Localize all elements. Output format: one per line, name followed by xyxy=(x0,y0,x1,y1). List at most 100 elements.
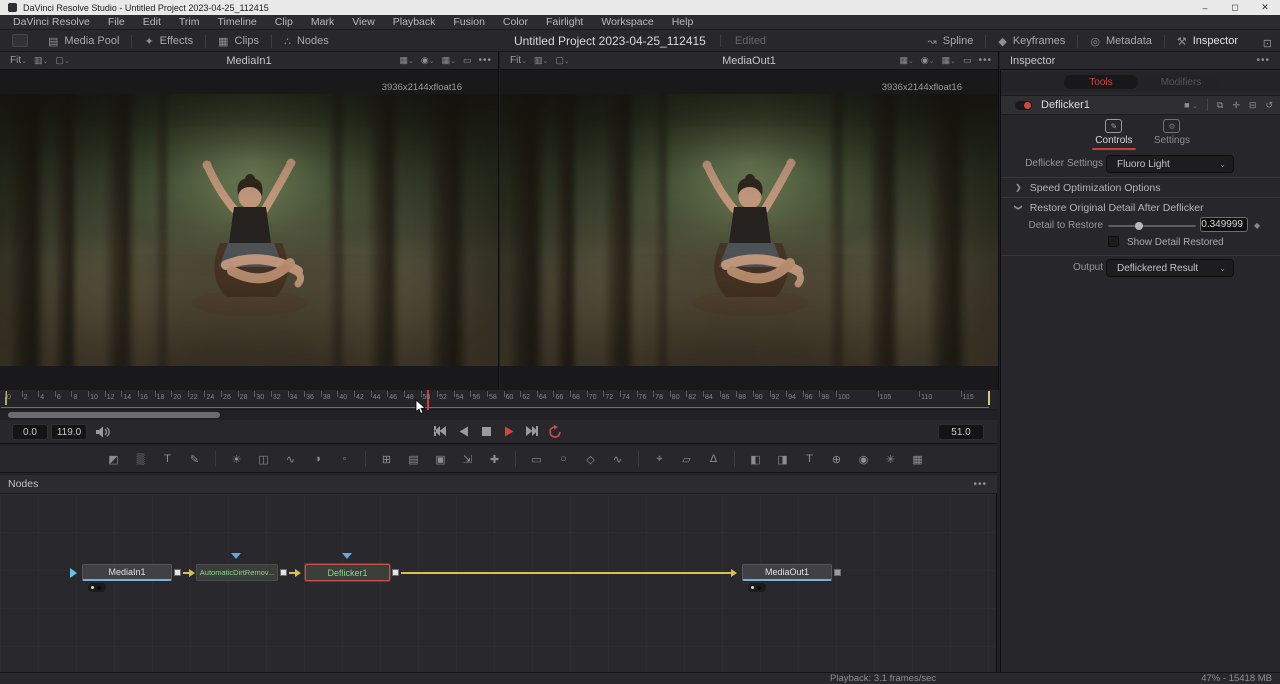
ab-buffer-icon[interactable]: ▥⌄ xyxy=(534,55,548,66)
ui-layout-toggle-icon[interactable] xyxy=(12,34,28,47)
range-end-field[interactable]: 119.0 xyxy=(51,424,87,440)
menu-edit[interactable]: Edit xyxy=(134,15,170,30)
subtab-controls[interactable]: ✎ Controls xyxy=(1092,116,1136,150)
huecurves-tool-icon[interactable]: ∿ xyxy=(282,450,300,468)
show-detail-checkbox[interactable] xyxy=(1108,236,1119,247)
split-wipe-icon[interactable]: ▦⌄ xyxy=(399,55,413,66)
play-button[interactable] xyxy=(502,423,516,439)
maximize-button[interactable]: ◻ xyxy=(1220,0,1250,15)
inspector-button[interactable]: ⚒Inspector xyxy=(1165,30,1250,52)
go-to-first-frame-button[interactable] xyxy=(433,423,447,439)
dirt-removal-output-port[interactable] xyxy=(280,569,287,576)
versions-icon[interactable]: ⧉ xyxy=(1217,100,1223,111)
menu-clip[interactable]: Clip xyxy=(266,15,302,30)
deflicker-output-port[interactable] xyxy=(392,569,399,576)
menu-fairlight[interactable]: Fairlight xyxy=(537,15,592,30)
clips-button[interactable]: ▦Clips xyxy=(206,30,271,52)
renderer-3d-icon[interactable]: ▦ xyxy=(909,450,927,468)
menu-timeline[interactable]: Timeline xyxy=(208,15,265,30)
inspector-options-menu[interactable]: ••• xyxy=(1256,55,1270,66)
frame-icon[interactable]: ▭ xyxy=(463,55,472,66)
output-dropdown[interactable]: Deflickered Result ⌄ xyxy=(1106,259,1234,277)
shape-3d-icon[interactable]: ◨ xyxy=(774,450,792,468)
detail-slider-handle[interactable] xyxy=(1135,222,1143,230)
delta-keyer-tool-icon[interactable]: Δ xyxy=(705,450,723,468)
right-viewer-options-menu[interactable]: ••• xyxy=(978,55,992,66)
channel-booleans-tool-icon[interactable]: ▤ xyxy=(405,450,423,468)
range-start-field[interactable]: 0.0 xyxy=(12,424,48,440)
polygon-mask-icon[interactable]: ◇ xyxy=(582,450,600,468)
minimize-button[interactable]: – xyxy=(1190,0,1220,15)
brightness-contrast-tool-icon[interactable]: ◑ xyxy=(309,450,327,468)
3d-view-icon[interactable]: ◉⌄ xyxy=(921,55,935,66)
node-media-in[interactable]: MediaIn1 xyxy=(82,564,172,581)
spline-button[interactable]: ↝Spline xyxy=(916,30,986,52)
planar-tracker-tool-icon[interactable]: ▱ xyxy=(678,450,696,468)
matte-control-tool-icon[interactable]: ▣ xyxy=(432,450,450,468)
node-enable-toggle[interactable] xyxy=(1015,101,1032,110)
guides-icon[interactable]: ▦⌄ xyxy=(942,55,956,66)
menu-mark[interactable]: Mark xyxy=(302,15,343,30)
reset-icon[interactable]: ↺ xyxy=(1265,100,1273,111)
play-reverse-button[interactable] xyxy=(456,423,470,439)
media-pool-button[interactable]: ▤Media Pool xyxy=(36,30,131,52)
menu-trim[interactable]: Trim xyxy=(170,15,209,30)
menu-view[interactable]: View xyxy=(343,15,384,30)
nodes-button[interactable]: ∴Nodes xyxy=(272,30,341,52)
render-range-end-marker[interactable] xyxy=(988,391,990,405)
menu-davinci-resolve[interactable]: DaVinci Resolve xyxy=(4,15,99,30)
audio-mute-icon[interactable] xyxy=(95,426,110,438)
timeline-ruler[interactable]: 0246810121416182022242628303234363840424… xyxy=(0,390,997,410)
media-in-thumbnail-badge[interactable] xyxy=(88,583,106,592)
tab-tools[interactable]: Tools xyxy=(1064,75,1138,89)
text-3d-icon[interactable]: T xyxy=(801,450,819,468)
detail-slider-track[interactable] xyxy=(1108,225,1196,227)
fastnoise-tool-icon[interactable]: ▒ xyxy=(132,450,150,468)
media-in-output-port[interactable] xyxy=(174,569,181,576)
left-viewer-options-menu[interactable]: ••• xyxy=(478,55,492,66)
node-graph-canvas[interactable]: MediaIn1 AutomaticDirtRemov... Deflicker… xyxy=(0,494,997,672)
background-tool-icon[interactable]: ◩ xyxy=(105,450,123,468)
image-plane-3d-icon[interactable]: ◧ xyxy=(747,450,765,468)
left-viewer-zoom-dropdown[interactable]: Fit⌄ xyxy=(10,55,27,66)
effects-button[interactable]: ✦Effects xyxy=(132,30,205,52)
frame-icon[interactable]: ▭ xyxy=(963,55,972,66)
clean-feed-icon[interactable]: ⊡ xyxy=(1263,34,1272,52)
right-viewer-zoom-dropdown[interactable]: Fit⌄ xyxy=(510,55,527,66)
go-to-last-frame-button[interactable] xyxy=(525,423,539,439)
nodes-panel-options-menu[interactable]: ••• xyxy=(973,479,987,490)
guides-icon[interactable]: ▦⌄ xyxy=(442,55,456,66)
menu-playback[interactable]: Playback xyxy=(384,15,445,30)
merge-tool-icon[interactable]: ⊞ xyxy=(378,450,396,468)
stop-button[interactable] xyxy=(479,423,493,439)
3d-view-icon[interactable]: ◉⌄ xyxy=(421,55,435,66)
light-3d-icon[interactable]: ✳ xyxy=(882,450,900,468)
blur-tool-icon[interactable]: ◦ xyxy=(336,450,354,468)
lock-icon[interactable]: ⊟ xyxy=(1249,100,1257,111)
ellipse-mask-icon[interactable]: ○ xyxy=(555,450,573,468)
subtab-settings[interactable]: ⚙ Settings xyxy=(1154,116,1190,150)
rectangle-mask-icon[interactable]: ▭ xyxy=(528,450,546,468)
menu-workspace[interactable]: Workspace xyxy=(592,15,662,30)
pin-icon[interactable]: ✛ xyxy=(1232,100,1240,111)
left-viewer[interactable]: 3936x2144xfloat16 xyxy=(0,70,499,390)
subview-icon[interactable]: ▢⌄ xyxy=(555,55,569,66)
subview-icon[interactable]: ▢⌄ xyxy=(55,55,69,66)
node-color-swatch[interactable]: ■ ⌄ xyxy=(1184,100,1198,110)
text-tool-icon[interactable]: T xyxy=(159,450,177,468)
speed-optimization-section[interactable]: ❯ Speed Optimization Options xyxy=(1001,177,1280,197)
media-out-output-port[interactable] xyxy=(834,569,841,576)
current-frame-field[interactable]: 51.0 xyxy=(938,424,984,440)
deflicker-settings-dropdown[interactable]: Fluoro Light ⌄ xyxy=(1106,155,1234,173)
menu-file[interactable]: File xyxy=(99,15,134,30)
colorcorrector-tool-icon[interactable]: ☀ xyxy=(228,450,246,468)
tab-modifiers[interactable]: Modifiers xyxy=(1144,75,1218,89)
menu-fusion[interactable]: Fusion xyxy=(444,15,494,30)
restore-detail-section[interactable]: ❯ Restore Original Detail After Deflicke… xyxy=(1001,197,1280,217)
split-wipe-icon[interactable]: ▦⌄ xyxy=(899,55,913,66)
menu-help[interactable]: Help xyxy=(663,15,703,30)
close-button[interactable]: ✕ xyxy=(1250,0,1280,15)
camera-3d-icon[interactable]: ◉ xyxy=(855,450,873,468)
node-deflicker[interactable]: Deflicker1 xyxy=(305,564,390,581)
media-out-thumbnail-badge[interactable] xyxy=(748,583,766,592)
